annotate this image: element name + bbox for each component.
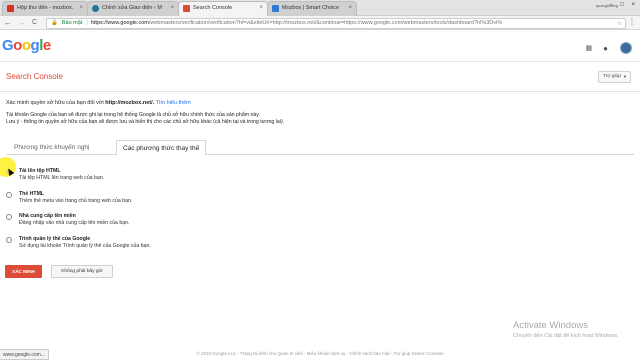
watermark-subtitle: Chuyển đến Cài đặt để kích hoạt Windows. (513, 333, 619, 339)
google-header: Google ▦ ● (0, 30, 640, 62)
option-description: Sử dụng tài khoản Trình quản lý thẻ của … (19, 243, 151, 249)
help-label: Trợ giúp (603, 74, 621, 79)
verify-button[interactable]: XÁC MINH (5, 265, 42, 278)
status-bar: www.google.com... (0, 349, 49, 360)
method-tabs: Phương thức khuyến nghị Các phương thức … (6, 138, 634, 156)
option-title: Trình quản lý thẻ của Google (19, 236, 91, 242)
search-console-header: Search Console Trợ giúp ▼ (0, 62, 640, 92)
option-description: Thêm thẻ meta vào trang chủ trang web củ… (19, 198, 133, 204)
reload-icon[interactable]: C (32, 17, 37, 29)
close-icon[interactable]: × (259, 2, 263, 15)
learn-more-link[interactable]: Tìm hiểu thêm (156, 100, 191, 106)
close-icon[interactable]: × (170, 2, 174, 15)
close-icon[interactable]: × (79, 2, 83, 15)
apps-grid-icon[interactable]: ▦ (586, 44, 593, 52)
option-description: Tải tệp HTML lên trang web của bạn. (19, 175, 105, 181)
option-description: Đăng nhập vào nhà cung cấp tên miền của … (19, 220, 130, 226)
browser-tab-wordpress[interactable]: Chỉnh sửa Giao diện ‹ M × (87, 1, 179, 16)
gmail-icon (7, 5, 14, 12)
info-line: Tài khoản Google của bạn sẽ được ghi lại… (6, 112, 260, 118)
browser-tab-strip: Hộp thư đến - mozbox. × Chỉnh sửa Giao d… (0, 0, 640, 16)
address-bar[interactable]: 🔒 Bảo mật | https://www.google.com/webmaste… (46, 18, 626, 29)
info-line: Lưu ý - thông tin quyền sở hữu của bạn s… (6, 119, 285, 125)
browser-tab-title: Chỉnh sửa Giao diện ‹ M (102, 5, 162, 11)
browser-tab-title: Mozbox | Smart Choice (282, 5, 340, 11)
verify-intro: Xác minh quyền sở hữu của bạn đối với ht… (6, 100, 191, 106)
page-footer: © 2018 Google LLC - Trang tài đình cho Q… (196, 351, 444, 356)
option-title: Nhà cung cấp tên miền (19, 213, 76, 219)
google-header-icons: ▦ ● (586, 42, 632, 54)
window-controls[interactable]: ‒ □ × (609, 2, 638, 8)
watermark-title: Activate Windows (513, 320, 588, 331)
browser-toolbar: ← → C 🔒 Bảo mật | https://www.google.com/we… (0, 16, 640, 30)
browser-tab-gmail[interactable]: Hộp thư đến - mozbox. × (2, 1, 88, 16)
google-logo[interactable]: Google (2, 37, 51, 54)
url-host: https://www.google.com (90, 20, 149, 26)
avatar[interactable] (620, 42, 632, 54)
wordpress-icon (92, 5, 99, 12)
page-title[interactable]: Search Console (6, 72, 63, 81)
option-title: Thẻ HTML (19, 191, 45, 197)
option-title: Tải lên tệp HTML (19, 168, 61, 174)
radio-button[interactable] (6, 237, 12, 243)
browser-tab-title: Search Console (193, 5, 233, 11)
mozbox-icon (272, 5, 279, 12)
back-arrow-icon[interactable]: ← (4, 17, 12, 29)
search-console-icon (183, 5, 190, 12)
not-now-button[interactable]: Không phải bây giờ (51, 265, 113, 278)
secure-label: Bảo mật (61, 20, 83, 26)
tab-recommended-method[interactable]: Phương thức khuyến nghị (8, 141, 95, 155)
ownership-info: Tài khoản Google của bạn sẽ được ghi lại… (6, 112, 284, 126)
forward-arrow-icon[interactable]: → (18, 17, 26, 29)
browser-tab-title: Hộp thư đến - mozbox. (17, 5, 74, 11)
site-url: http://mozbox.net/. (105, 100, 155, 106)
tab-alternate-methods[interactable]: Các phương thức thay thế (116, 140, 207, 156)
url-path: /webmasters/verification/verification?hl… (148, 20, 503, 26)
browser-menu-icon[interactable]: ⋮ (628, 17, 636, 26)
bookmark-star-icon[interactable]: ☆ (617, 20, 622, 28)
lock-icon: 🔒 (51, 20, 58, 26)
radio-button[interactable] (6, 214, 12, 220)
chevron-down-icon: ▼ (623, 74, 627, 79)
notifications-bell-icon[interactable]: ● (603, 44, 608, 53)
browser-tab-search-console[interactable]: Search Console × (178, 1, 268, 16)
close-icon[interactable]: × (348, 2, 352, 15)
radio-button[interactable] (6, 192, 12, 198)
browser-tab-mozbox[interactable]: Mozbox | Smart Choice × (267, 1, 357, 16)
windows-activation-watermark: Activate Windows Chuyển đến Cài đặt để k… (513, 320, 618, 339)
help-dropdown[interactable]: Trợ giúp ▼ (598, 71, 631, 83)
